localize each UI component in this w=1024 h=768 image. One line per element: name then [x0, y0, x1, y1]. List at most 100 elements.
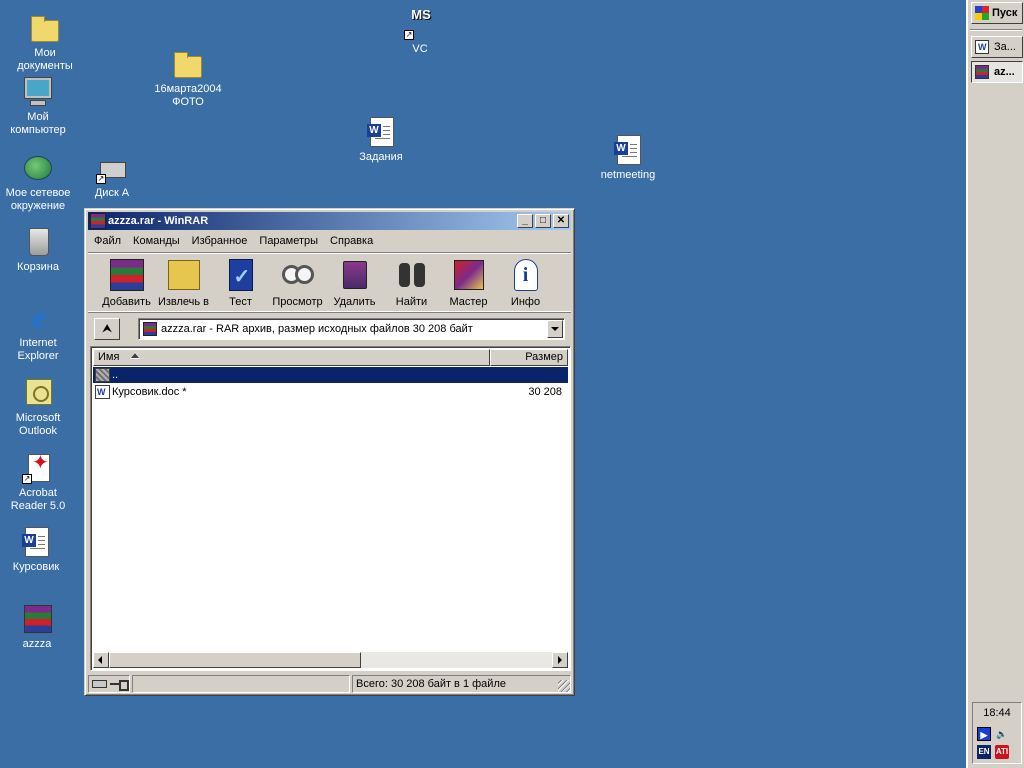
file-name: .. — [112, 369, 119, 381]
menu-favorites[interactable]: Избранное — [186, 232, 254, 250]
taskbar-button-winrar[interactable]: az... — [971, 61, 1023, 83]
delete-button[interactable]: Удалить — [326, 253, 383, 311]
shortcut-arrow-icon: ↗ — [404, 30, 414, 40]
system-tray: 18:44 ▶ 🔈 EN ATI — [972, 702, 1022, 764]
extract-to-button[interactable]: Извлечь в — [155, 253, 212, 311]
wizard-button[interactable]: Мастер — [440, 253, 497, 311]
acrobat-icon: ↗ — [22, 452, 54, 484]
word-doc-icon: W — [20, 526, 52, 558]
minimize-button[interactable]: _ — [517, 214, 533, 228]
chevron-down-icon[interactable] — [547, 320, 563, 338]
view-icon — [280, 257, 316, 293]
menu-commands[interactable]: Команды — [127, 232, 186, 250]
horizontal-scrollbar[interactable] — [93, 652, 568, 668]
ati-icon[interactable]: ATI — [995, 745, 1009, 759]
word-doc-icon: W — [365, 116, 397, 148]
play-icon[interactable]: ▶ — [977, 727, 991, 741]
shortcut-arrow-icon: ↗ — [96, 174, 106, 184]
test-icon — [223, 257, 259, 293]
taskbar: Пуск За... az... 18:44 ▶ 🔈 EN ATI — [966, 0, 1024, 768]
desktop-icon-outlook[interactable]: Microsoft Outlook — [0, 377, 76, 438]
desktop-icon-vc[interactable]: MS ↗ VC — [382, 8, 458, 56]
outlook-icon — [22, 377, 54, 409]
ms-vc-icon: MS ↗ — [404, 7, 431, 40]
up-folder-icon — [95, 368, 110, 382]
desktop-icon-recycle-bin[interactable]: Корзина — [0, 226, 76, 274]
scroll-thumb[interactable] — [109, 652, 361, 668]
ie-icon: e — [32, 301, 46, 334]
view-button[interactable]: Просмотр — [269, 253, 326, 311]
status-icons — [88, 675, 130, 693]
rar-archive-icon — [21, 603, 53, 635]
key-icon[interactable] — [110, 679, 129, 691]
menu-options[interactable]: Параметры — [253, 232, 324, 250]
add-button[interactable]: Добавить — [98, 253, 155, 311]
path-dropdown[interactable]: azzza.rar - RAR архив, размер исходных ф… — [138, 318, 565, 340]
sort-ascending-icon — [130, 352, 140, 359]
menu-help[interactable]: Справка — [324, 232, 379, 250]
menu-bar: Файл Команды Избранное Параметры Справка — [88, 232, 571, 250]
floppy-drive-icon: ↗ — [96, 152, 128, 184]
file-name: Курсовик.doc * — [112, 386, 187, 398]
toolbar: Добавить Извлечь в Тест Просмотр Удалить… — [88, 252, 571, 312]
maximize-button[interactable]: □ — [535, 214, 551, 228]
winrar-app-icon[interactable] — [90, 213, 106, 229]
wizard-icon — [451, 257, 487, 293]
resize-grip[interactable] — [558, 680, 570, 692]
computer-icon — [22, 76, 54, 108]
rar-archive-icon — [143, 322, 157, 336]
status-selection — [132, 675, 350, 693]
file-size: 30 208 — [528, 386, 562, 398]
path-text: azzza.rar - RAR архив, размер исходных ф… — [161, 323, 473, 335]
desktop-icon-network[interactable]: Мое сетевое окружение — [0, 152, 76, 213]
start-button[interactable]: Пуск — [971, 2, 1023, 24]
info-button[interactable]: i Инфо — [497, 253, 554, 311]
scroll-left-button[interactable] — [93, 652, 109, 668]
find-icon — [394, 257, 430, 293]
find-button[interactable]: Найти — [383, 253, 440, 311]
desktop-icon-my-documents[interactable]: Мои документы — [7, 12, 83, 73]
desktop-icon-my-computer[interactable]: Мой компьютер — [0, 76, 76, 137]
taskbar-button-zadaniya[interactable]: За... — [971, 36, 1023, 58]
desktop-icon-drive-a[interactable]: ↗ Диск А — [74, 152, 150, 200]
list-item[interactable]: .. — [93, 367, 568, 383]
list-item[interactable]: Курсовик.doc * 30 208 — [93, 384, 568, 400]
desktop-icon-internet-explorer[interactable]: e Internet Explorer — [0, 302, 76, 363]
add-archive-icon — [109, 257, 145, 293]
volume-icon[interactable]: 🔈 — [995, 727, 1009, 741]
desktop-icon-zadaniya[interactable]: W Задания — [343, 116, 419, 164]
recycle-bin-icon — [22, 226, 54, 258]
close-button[interactable]: ✕ — [553, 214, 569, 228]
test-button[interactable]: Тест — [212, 253, 269, 311]
column-size[interactable]: Размер — [490, 349, 568, 366]
winrar-window: azzza.rar - WinRAR _ □ ✕ Файл Команды Из… — [84, 208, 575, 696]
desktop-icon-acrobat[interactable]: ↗ Acrobat Reader 5.0 — [0, 452, 76, 513]
status-bar: Всего: 30 208 байт в 1 файле — [88, 675, 571, 693]
column-name[interactable]: Имя — [93, 349, 490, 366]
word-doc-icon — [975, 40, 989, 54]
folder-icon — [172, 48, 204, 80]
status-total: Всего: 30 208 байт в 1 файле — [352, 675, 571, 693]
menu-file[interactable]: Файл — [88, 232, 127, 250]
network-icon — [22, 152, 54, 184]
clock[interactable]: 18:44 — [973, 707, 1021, 719]
column-header: Имя Размер — [93, 349, 568, 366]
desktop-icon-kursovik[interactable]: W Курсовик — [0, 526, 74, 574]
desktop-icon-photo-folder[interactable]: 16марта2004 ФОТО — [150, 48, 226, 109]
extract-icon — [166, 257, 202, 293]
divider — [970, 29, 1022, 31]
desktop-icon-azzza[interactable]: azzza — [0, 603, 75, 651]
folder-icon — [29, 12, 61, 44]
scroll-right-button[interactable] — [552, 652, 568, 668]
word-doc-icon — [95, 385, 110, 399]
drive-icon[interactable] — [92, 680, 107, 688]
language-indicator[interactable]: EN — [977, 745, 991, 759]
up-folder-button[interactable] — [94, 318, 120, 340]
desktop-icon-netmeeting[interactable]: W netmeeting — [590, 134, 666, 182]
file-list[interactable]: Имя Размер .. Курсовик.doc * 30 208 — [90, 346, 571, 671]
info-icon: i — [508, 257, 544, 293]
title-bar[interactable]: azzza.rar - WinRAR _ □ ✕ — [88, 212, 571, 230]
path-bar: azzza.rar - RAR архив, размер исходных ф… — [88, 316, 571, 340]
word-doc-icon: W — [612, 134, 644, 166]
delete-icon — [337, 257, 373, 293]
